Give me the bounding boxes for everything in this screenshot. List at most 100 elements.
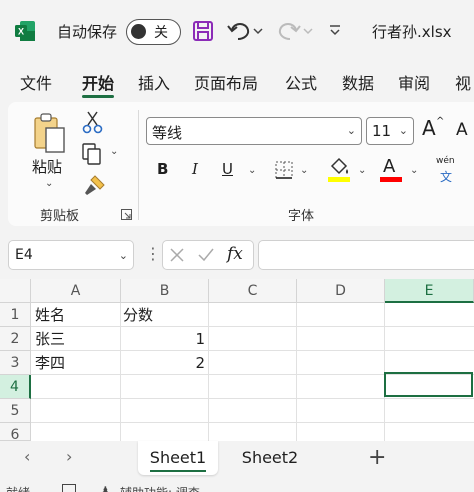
format-painter-icon[interactable]: [82, 174, 106, 198]
font-color-button[interactable]: A: [380, 156, 404, 184]
copy-icon: [82, 143, 101, 165]
accessibility-icon[interactable]: ♟: [100, 484, 111, 492]
clipboard-launcher-icon[interactable]: [121, 209, 132, 220]
cell-a1[interactable]: 姓名: [35, 303, 119, 327]
sheet-view-icon[interactable]: [62, 484, 76, 492]
status-ready: 就绪: [6, 484, 30, 492]
column-header-e[interactable]: E: [385, 279, 474, 303]
gridline: [31, 422, 474, 423]
cell-b2[interactable]: 1: [121, 327, 209, 351]
cell-a3[interactable]: 李四: [35, 351, 119, 375]
save-icon[interactable]: [192, 20, 214, 42]
add-sheet-button[interactable]: +: [368, 445, 386, 470]
fill-color-dropdown-icon[interactable]: ⌄: [358, 165, 366, 176]
borders-dropdown-icon[interactable]: ⌄: [300, 165, 308, 176]
phonetic-bottom: 文: [440, 170, 453, 184]
previous-sheet-icon[interactable]: ‹: [24, 447, 30, 466]
redo-icon: [278, 23, 313, 40]
cut-icon[interactable]: [82, 110, 104, 134]
font-size-value: 11: [372, 122, 392, 140]
underline-dropdown-icon[interactable]: ⌄: [248, 165, 256, 176]
font-color-swatch: [380, 177, 402, 182]
font-color-dropdown-icon[interactable]: ⌄: [410, 165, 418, 176]
cancel-icon[interactable]: [169, 247, 185, 263]
bold-button[interactable]: B: [157, 160, 168, 178]
decrease-font-button[interactable]: A: [456, 120, 474, 146]
tab-formulas[interactable]: 公式: [285, 70, 317, 94]
tab-file[interactable]: 文件: [20, 70, 52, 94]
increase-font-button[interactable]: A ^: [422, 116, 444, 144]
sheet-tab-sheet2[interactable]: Sheet2: [230, 441, 310, 475]
autosave-toggle[interactable]: 关: [126, 19, 181, 45]
accessibility-status[interactable]: 辅助功能: 调查: [120, 484, 200, 492]
row-header-6[interactable]: 6: [0, 423, 31, 441]
fill-color-icon[interactable]: [326, 156, 352, 184]
cell-b1[interactable]: 分数: [123, 303, 207, 327]
shrink-font-icon: A: [456, 120, 468, 140]
cell-b3[interactable]: 2: [121, 351, 209, 375]
undo-button[interactable]: [226, 18, 266, 48]
row-header-5[interactable]: 5: [0, 399, 31, 423]
status-bar: 就绪 ♟ 辅助功能: 调查: [0, 482, 474, 492]
autosave-label: 自动保存: [57, 23, 118, 41]
phonetic-guide-button[interactable]: wén 文: [434, 156, 464, 184]
paste-dropdown-icon: ⌄: [45, 178, 54, 189]
next-sheet-icon[interactable]: ›: [66, 447, 72, 466]
font-name-value: 等线: [152, 124, 183, 142]
redo-button[interactable]: [276, 18, 316, 48]
up-arrow-icon: ^: [436, 116, 445, 127]
formula-buttons: fx: [162, 240, 254, 270]
active-cell-e4[interactable]: [384, 372, 473, 397]
phonetic-top: wén: [436, 156, 455, 166]
copy-button[interactable]: ⌄: [80, 142, 124, 166]
font-name-select[interactable]: 等线 ⌄: [146, 117, 362, 145]
gridline: [31, 398, 474, 399]
toggle-knob: [131, 24, 146, 39]
row-header-2[interactable]: 2: [0, 327, 31, 351]
tab-review[interactable]: 审阅: [398, 70, 430, 94]
clipboard-group-label: 剪贴板: [40, 209, 80, 224]
font-color-letter: A: [383, 156, 396, 177]
group-divider: [138, 110, 139, 220]
font-group-label: 字体: [288, 209, 315, 224]
row-header-3[interactable]: 3: [0, 351, 31, 375]
row-header-1[interactable]: 1: [0, 303, 31, 327]
column-header-b[interactable]: B: [121, 279, 209, 303]
name-box[interactable]: E4 ⌄: [8, 240, 134, 270]
tab-data[interactable]: 数据: [342, 70, 374, 94]
paste-icon: [34, 113, 65, 153]
formula-bar-grip-icon[interactable]: ⋮: [145, 244, 161, 263]
tab-insert[interactable]: 插入: [138, 70, 170, 94]
font-size-select[interactable]: 11 ⌄: [366, 117, 414, 145]
column-header-d[interactable]: D: [297, 279, 385, 303]
column-header-c[interactable]: C: [209, 279, 297, 303]
excel-logo-icon: X: [15, 21, 35, 41]
chevron-down-icon: ⌄: [118, 249, 128, 262]
cell-a2[interactable]: 张三: [35, 327, 119, 351]
tab-view[interactable]: 视: [455, 70, 471, 94]
excel-window: X 自动保存 关 行者孙.xlsx 文件 开始 插入 页面布局 公式 数据 审阅…: [0, 0, 474, 492]
chevron-down-icon: ⌄: [398, 124, 408, 137]
gridline: [296, 303, 297, 441]
underline-button[interactable]: U: [222, 160, 233, 178]
select-all-corner[interactable]: [0, 279, 31, 303]
enter-icon[interactable]: [197, 247, 215, 263]
active-tab-indicator: [82, 95, 114, 98]
column-header-a[interactable]: A: [31, 279, 121, 303]
italic-button[interactable]: I: [192, 160, 198, 178]
tab-page-layout[interactable]: 页面布局: [194, 70, 258, 94]
tab-home[interactable]: 开始: [82, 70, 114, 94]
paste-button[interactable]: 粘贴 ⌄: [28, 110, 72, 190]
insert-function-icon[interactable]: fx: [227, 244, 243, 264]
title-bar: X 自动保存 关 行者孙.xlsx: [0, 0, 474, 62]
sheet-tab-sheet1[interactable]: Sheet1: [138, 441, 218, 475]
svg-text:X: X: [18, 27, 24, 37]
formula-input[interactable]: [258, 240, 474, 270]
grow-font-icon: A: [422, 116, 436, 140]
copy-dropdown-icon: ⌄: [110, 146, 119, 157]
row-header-4[interactable]: 4: [0, 375, 31, 399]
file-name[interactable]: 行者孙.xlsx: [372, 21, 452, 42]
borders-icon[interactable]: [274, 160, 294, 180]
customize-toolbar-icon[interactable]: [328, 20, 342, 40]
paste-label: 粘贴: [32, 158, 63, 176]
